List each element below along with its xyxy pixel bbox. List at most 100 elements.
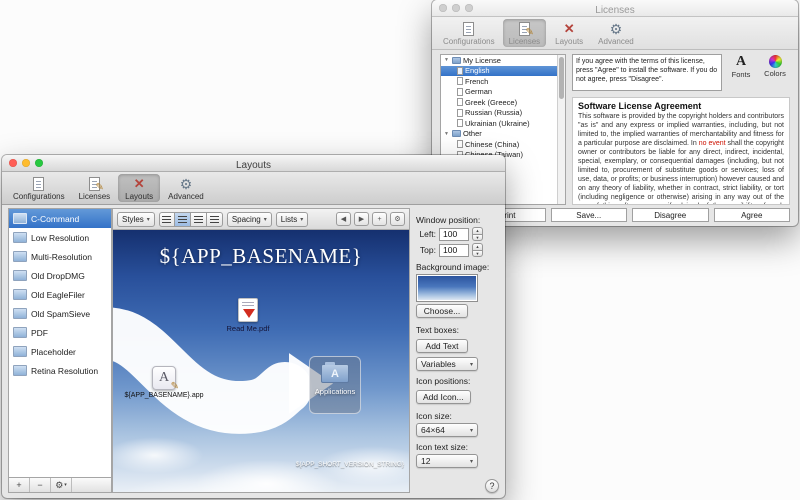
layout-item-placeholder[interactable]: Placeholder	[9, 342, 111, 361]
layout-item-old-spamsieve[interactable]: Old SpamSieve	[9, 304, 111, 323]
toolbar-item-configurations[interactable]: Configurations	[437, 19, 501, 47]
toolbar-item-layouts[interactable]: ✕ Layouts	[548, 19, 590, 47]
icon-size-dropdown[interactable]: 64×64 ▾	[416, 423, 478, 437]
add-button[interactable]: +	[372, 212, 387, 226]
layout-thumbnail-icon	[13, 365, 27, 376]
swoosh-arrow-graphic	[113, 230, 409, 492]
choose-button[interactable]: Choose...	[416, 304, 468, 318]
forward-button[interactable]: ▶	[354, 212, 369, 226]
layout-item-pdf[interactable]: PDF	[9, 323, 111, 342]
disagree-label-field[interactable]: Disagree	[632, 208, 709, 222]
stepper-up-button[interactable]: ▲	[472, 243, 483, 250]
page-icon	[457, 88, 463, 96]
layout-item-retina-resolution[interactable]: Retina Resolution	[9, 361, 111, 380]
icon-positions-label: Icon positions:	[416, 376, 500, 386]
agree-label-field[interactable]: Agree	[714, 208, 791, 222]
layouts-toolbar: Configurations ✎ Licenses ✕ Layouts ⚙ Ad…	[2, 172, 505, 205]
license-body: This software is provided by the copyrig…	[578, 113, 784, 205]
applications-folder-icon[interactable]: A Applications	[309, 356, 361, 414]
close-button[interactable]	[439, 4, 447, 12]
left-field[interactable]: 100	[439, 228, 469, 241]
align-justify-button[interactable]	[207, 212, 223, 227]
disclosure-icon[interactable]: ▼	[444, 57, 450, 63]
close-button[interactable]	[9, 159, 17, 167]
tree-group-my-license[interactable]: ▼ My License	[441, 55, 565, 66]
layout-item-low-resolution[interactable]: Low Resolution	[9, 228, 111, 247]
layout-item-old-dropdmg[interactable]: Old DropDMG	[9, 266, 111, 285]
tree-group-other[interactable]: ▼ Other	[441, 129, 565, 140]
editor-gear-button[interactable]: ⚙	[390, 212, 405, 226]
licenses-titlebar[interactable]: Licenses	[432, 0, 798, 17]
licenses-icon: ✎	[89, 177, 100, 191]
toolbar-item-configurations[interactable]: Configurations	[7, 174, 71, 202]
tree-item-french[interactable]: French	[441, 76, 565, 87]
layout-item-multi-resolution[interactable]: Multi-Resolution	[9, 247, 111, 266]
add-icon-button[interactable]: Add Icon...	[416, 390, 471, 404]
disclosure-icon[interactable]: ▼	[444, 131, 450, 137]
tree-item-greek[interactable]: Greek (Greece)	[441, 97, 565, 108]
save-label-field[interactable]: Save...	[551, 208, 628, 222]
stepper-down-button[interactable]: ▼	[472, 250, 483, 258]
layout-thumbnail-icon	[13, 327, 27, 338]
toolbar-item-advanced[interactable]: ⚙ Advanced	[592, 19, 640, 47]
icon-text-size-dropdown[interactable]: 12 ▾	[416, 454, 478, 468]
license-text-area[interactable]: Software License Agreement This software…	[572, 97, 790, 205]
zoom-button[interactable]	[465, 4, 473, 12]
app-bundle-label: ${APP_BASENAME}.app	[119, 392, 209, 399]
readme-pdf-icon[interactable]: Read Me.pdf	[216, 298, 280, 333]
version-textbox[interactable]: ${APP_SHORT_VERSION_STRING}	[296, 461, 404, 468]
top-stepper: ▲ ▼	[472, 243, 483, 257]
layout-gear-button[interactable]: ⚙▾	[51, 478, 72, 492]
align-left-button[interactable]	[159, 212, 175, 227]
colors-button[interactable]: Colors	[760, 54, 790, 79]
toolbar-item-layouts[interactable]: ✕ Layouts	[118, 174, 160, 202]
toolbar-item-licenses[interactable]: ✎ Licenses	[503, 19, 547, 47]
stepper-down-button[interactable]: ▼	[472, 234, 483, 242]
layout-canvas: ${APP_BASENAME} Read Me.pdf A ✎ ${APP_BA…	[113, 230, 409, 492]
tree-item-german[interactable]: German	[441, 87, 565, 98]
canvas-title-textbox[interactable]: ${APP_BASENAME}	[113, 244, 409, 269]
layouts-titlebar[interactable]: Layouts	[2, 155, 505, 172]
advanced-gear-icon: ⚙	[610, 22, 623, 36]
spacing-dropdown[interactable]: Spacing ▾	[227, 212, 272, 227]
toolbar-item-advanced[interactable]: ⚙ Advanced	[162, 174, 210, 202]
layout-thumbnail-icon	[13, 289, 27, 300]
fonts-button[interactable]: A Fonts	[726, 54, 756, 79]
align-center-button[interactable]	[175, 212, 191, 227]
sidebar-action-bar: + − ⚙▾	[9, 477, 111, 492]
tree-item-english[interactable]: English	[441, 66, 565, 77]
toolbar-item-licenses[interactable]: ✎ Licenses	[73, 174, 117, 202]
readme-label: Read Me.pdf	[216, 324, 280, 333]
advanced-gear-icon: ⚙	[180, 177, 193, 191]
add-layout-button[interactable]: +	[9, 478, 30, 492]
folder-icon	[452, 57, 461, 64]
tree-item-russian[interactable]: Russian (Russia)	[441, 108, 565, 119]
variables-dropdown[interactable]: Variables ▾	[416, 357, 478, 371]
scrollbar-thumb[interactable]	[559, 57, 564, 99]
stepper-up-button[interactable]: ▲	[472, 227, 483, 234]
add-text-button[interactable]: Add Text	[416, 339, 468, 353]
help-button[interactable]: ?	[485, 479, 499, 493]
align-right-icon	[194, 216, 203, 223]
top-field[interactable]: 100	[439, 244, 469, 257]
layout-item-c-command[interactable]: C-Command	[9, 209, 111, 228]
layout-thumbnail-icon	[13, 308, 27, 319]
license-heading: Software License Agreement	[578, 101, 784, 111]
license-instruction-field[interactable]: If you agree with the terms of this lice…	[572, 54, 722, 91]
remove-layout-button[interactable]: −	[30, 478, 51, 492]
minimize-button[interactable]	[452, 4, 460, 12]
tree-scrollbar[interactable]	[557, 55, 565, 204]
app-bundle-icon[interactable]: A ✎ ${APP_BASENAME}.app	[119, 366, 209, 399]
tree-item-chinese-china[interactable]: Chinese (China)	[441, 139, 565, 150]
zoom-button[interactable]	[35, 159, 43, 167]
layout-item-old-eaglefiler[interactable]: Old EagleFiler	[9, 285, 111, 304]
tree-item-ukrainian[interactable]: Ukrainian (Ukraine)	[441, 118, 565, 129]
align-right-button[interactable]	[191, 212, 207, 227]
background-image-thumbnail[interactable]	[416, 274, 478, 302]
lists-dropdown[interactable]: Lists ▾	[276, 212, 308, 227]
chevron-down-icon: ▾	[300, 216, 303, 223]
back-button[interactable]: ◀	[336, 212, 351, 226]
minimize-button[interactable]	[22, 159, 30, 167]
folder-icon: A	[321, 364, 349, 383]
styles-dropdown[interactable]: Styles ▾	[117, 212, 155, 227]
